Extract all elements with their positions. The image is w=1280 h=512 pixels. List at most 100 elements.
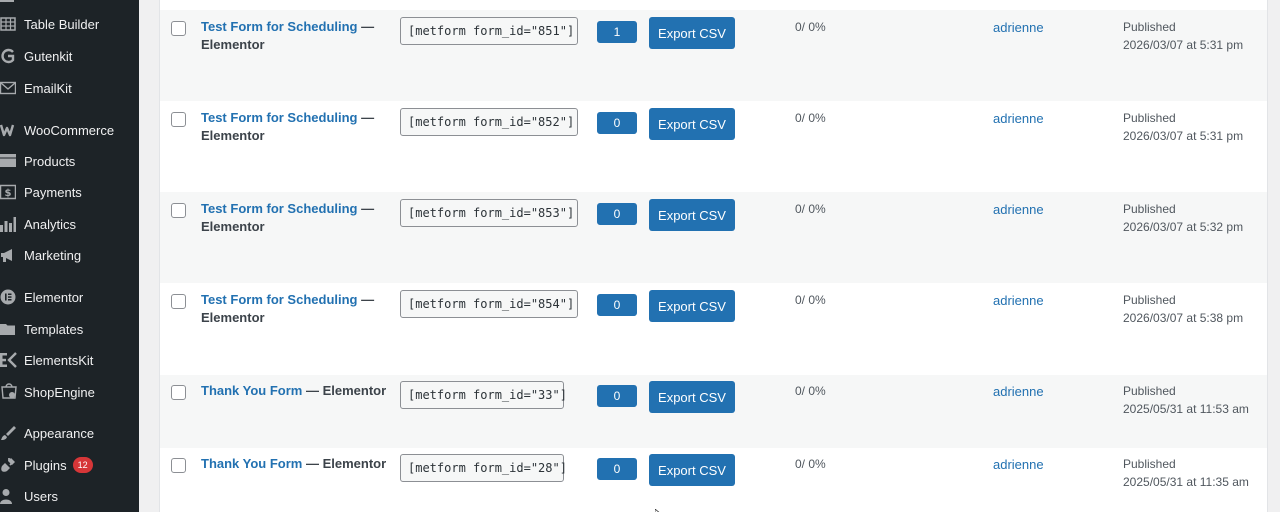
sidebar-item-partial[interactable]	[0, 0, 139, 8]
date-text: 2026/03/07 at 5:38 pm	[1123, 311, 1244, 325]
row-select-checkbox[interactable]	[171, 203, 186, 218]
views-conversion: 0/ 0%	[795, 202, 826, 216]
table-row: Test Form for Scheduling — Elementor [me…	[160, 192, 1267, 283]
sidebar-item-label: Marketing	[24, 247, 82, 263]
sidebar-item-analytics[interactable]: Analytics	[0, 209, 139, 239]
export-csv-button[interactable]: Export CSV	[649, 17, 735, 49]
author-link[interactable]: adrienne	[993, 457, 1044, 472]
entries-count-button[interactable]: 0	[597, 203, 637, 225]
form-type-label: Elementor	[322, 456, 387, 471]
form-title-cell: Test Form for Scheduling — Elementor	[201, 291, 381, 327]
sidebar-item-payments[interactable]: $ Payments	[0, 177, 139, 207]
sidebar-item-templates[interactable]: Templates	[0, 314, 139, 344]
date-cell: Published 2026/03/07 at 5:31 pm	[1123, 18, 1243, 54]
export-csv-button[interactable]: Export CSV	[649, 454, 735, 486]
entries-count-button[interactable]: 0	[597, 458, 637, 480]
sidebar-item-label: ShopEngine	[24, 384, 95, 400]
row-select-checkbox[interactable]	[171, 385, 186, 400]
table-row: Test Form for Scheduling — Elementor [me…	[160, 101, 1267, 192]
views-conversion: 0/ 0%	[795, 384, 826, 398]
email-icon	[0, 78, 24, 98]
sidebar-item-marketing[interactable]: Marketing	[0, 240, 139, 270]
sidebar-item-table-builder[interactable]: Table Builder	[0, 9, 139, 39]
sidebar-item-label: ElementsKit	[24, 352, 94, 368]
form-title-cell: Test Form for Scheduling — Elementor	[201, 200, 381, 236]
shortcode-field[interactable]: [metform form_id="854"]	[400, 290, 578, 318]
entries-count-button[interactable]: 0	[597, 385, 637, 407]
sidebar-item-label: EmailKit	[24, 80, 72, 96]
form-title-link[interactable]: Thank You Form	[201, 383, 302, 398]
row-select-checkbox[interactable]	[171, 112, 186, 127]
date-cell: Published 2026/03/07 at 5:38 pm	[1123, 291, 1243, 327]
sidebar-item-label: Templates	[24, 321, 84, 337]
author-link[interactable]: adrienne	[993, 384, 1044, 399]
sidebar-item-products[interactable]: Products	[0, 146, 139, 176]
shortcode-field[interactable]: [metform form_id="851"]	[400, 17, 578, 45]
row-select-checkbox[interactable]	[171, 294, 186, 309]
table-row: Thank You Form — Elementor [metform form…	[160, 375, 1267, 448]
table-row: Test Form for Scheduling — Elementor [me…	[160, 283, 1267, 375]
sidebar-item-shopengine[interactable]: ShopEngine	[0, 377, 139, 407]
form-title-cell: Thank You Form — Elementor	[201, 382, 401, 400]
sidebar-item-label: Gutenkit	[24, 48, 73, 64]
export-csv-button[interactable]: Export CSV	[649, 381, 735, 413]
sidebar-item-elementskit[interactable]: ElementsKit	[0, 345, 139, 375]
elementskit-icon	[0, 350, 24, 370]
shortcode-field[interactable]: [metform form_id="852"]	[400, 108, 578, 136]
woocommerce-icon	[0, 120, 24, 140]
form-title-cell: Test Form for Scheduling — Elementor	[201, 18, 381, 54]
form-type-label: Elementor	[201, 219, 265, 234]
status-text: Published	[1123, 111, 1176, 125]
sidebar-item-label: Products	[24, 153, 76, 169]
shortcode-field[interactable]: [metform form_id="853"]	[400, 199, 578, 227]
sidebar-item-emailkit[interactable]: EmailKit	[0, 73, 139, 103]
form-title-link[interactable]: Test Form for Scheduling	[201, 19, 358, 34]
title-separator: —	[361, 110, 375, 125]
shopengine-icon	[0, 382, 24, 402]
author-link[interactable]: adrienne	[993, 20, 1044, 35]
sidebar-item-elementor[interactable]: Elementor	[0, 282, 139, 312]
form-title-link[interactable]: Test Form for Scheduling	[201, 110, 358, 125]
form-title-link[interactable]: Test Form for Scheduling	[201, 292, 358, 307]
status-text: Published	[1123, 457, 1176, 471]
sidebar-item-users[interactable]: Users	[0, 481, 139, 511]
entries-count-button[interactable]: 1	[597, 21, 637, 43]
author-link[interactable]: adrienne	[993, 202, 1044, 217]
title-separator: —	[305, 383, 319, 398]
entries-count-button[interactable]: 0	[597, 112, 637, 134]
sidebar-item-appearance[interactable]: Appearance	[0, 418, 139, 448]
payments-icon: $	[0, 182, 24, 202]
sidebar-item-gutenkit[interactable]: Gutenkit	[0, 41, 139, 71]
shortcode-field[interactable]: [metform form_id="28"]	[400, 454, 567, 482]
author-link[interactable]: adrienne	[993, 111, 1044, 126]
sidebar-item-label: Users	[24, 488, 58, 504]
export-csv-button[interactable]: Export CSV	[649, 108, 735, 140]
row-select-checkbox[interactable]	[171, 21, 186, 36]
title-separator: —	[305, 456, 319, 471]
status-text: Published	[1123, 293, 1176, 307]
sidebar-item-woocommerce[interactable]: WooCommerce	[0, 115, 139, 145]
date-text: 2026/03/07 at 5:32 pm	[1123, 220, 1244, 234]
title-separator: —	[361, 19, 375, 34]
date-text: 2025/05/31 at 11:53 am	[1123, 402, 1249, 416]
sidebar-item-plugins[interactable]: Plugins 12	[0, 450, 139, 480]
plugins-update-badge: 12	[72, 457, 93, 473]
entries-count-button[interactable]: 0	[597, 294, 637, 316]
export-csv-button[interactable]: Export CSV	[649, 290, 735, 322]
status-text: Published	[1123, 20, 1176, 34]
form-title-link[interactable]: Thank You Form	[201, 456, 302, 471]
form-title-link[interactable]: Test Form for Scheduling	[201, 201, 358, 216]
views-conversion: 0/ 0%	[795, 111, 826, 125]
row-select-checkbox[interactable]	[171, 458, 186, 473]
date-text: 2026/03/07 at 5:31 pm	[1123, 38, 1244, 52]
folder-icon	[0, 319, 24, 339]
sidebar-item-label: Elementor	[24, 289, 84, 305]
views-conversion: 0/ 0%	[795, 293, 826, 307]
shortcode-field[interactable]: [metform form_id="33"]	[400, 381, 567, 409]
form-title-cell: Thank You Form — Elementor	[201, 455, 401, 473]
form-type-label: Elementor	[201, 128, 265, 143]
export-csv-button[interactable]: Export CSV	[649, 199, 735, 231]
author-link[interactable]: adrienne	[993, 293, 1044, 308]
status-text: Published	[1123, 202, 1176, 216]
date-text: 2026/03/07 at 5:31 pm	[1123, 129, 1244, 143]
